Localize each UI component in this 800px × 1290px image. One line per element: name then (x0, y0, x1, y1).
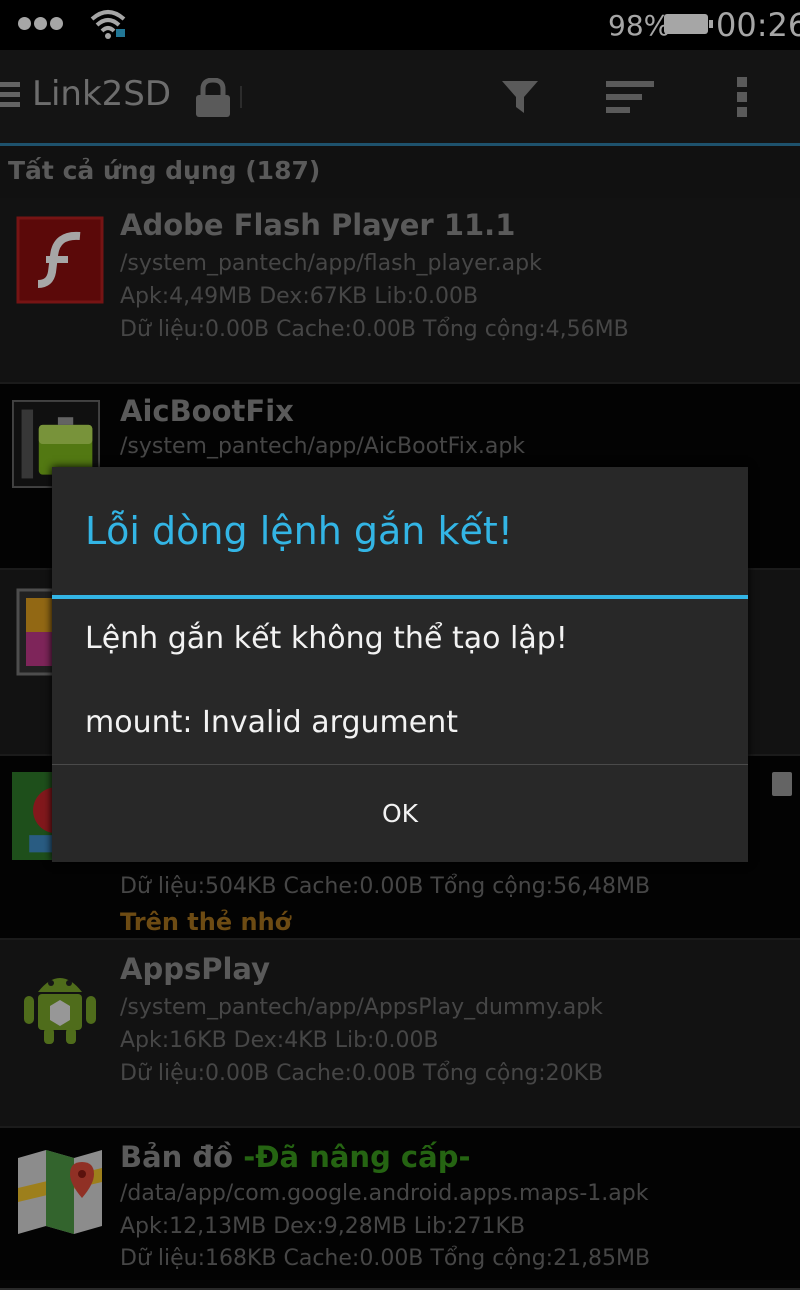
dialog-detail: mount: Invalid argument (85, 705, 458, 740)
dialog-title: Lỗi dòng lệnh gắn kết! (85, 509, 513, 553)
error-dialog: Lỗi dòng lệnh gắn kết! Lệnh gắn kết khôn… (52, 467, 748, 862)
dialog-message: Lệnh gắn kết không thể tạo lập! (85, 621, 568, 656)
ok-button[interactable]: OK (52, 765, 748, 862)
dialog-title-divider (52, 595, 748, 599)
